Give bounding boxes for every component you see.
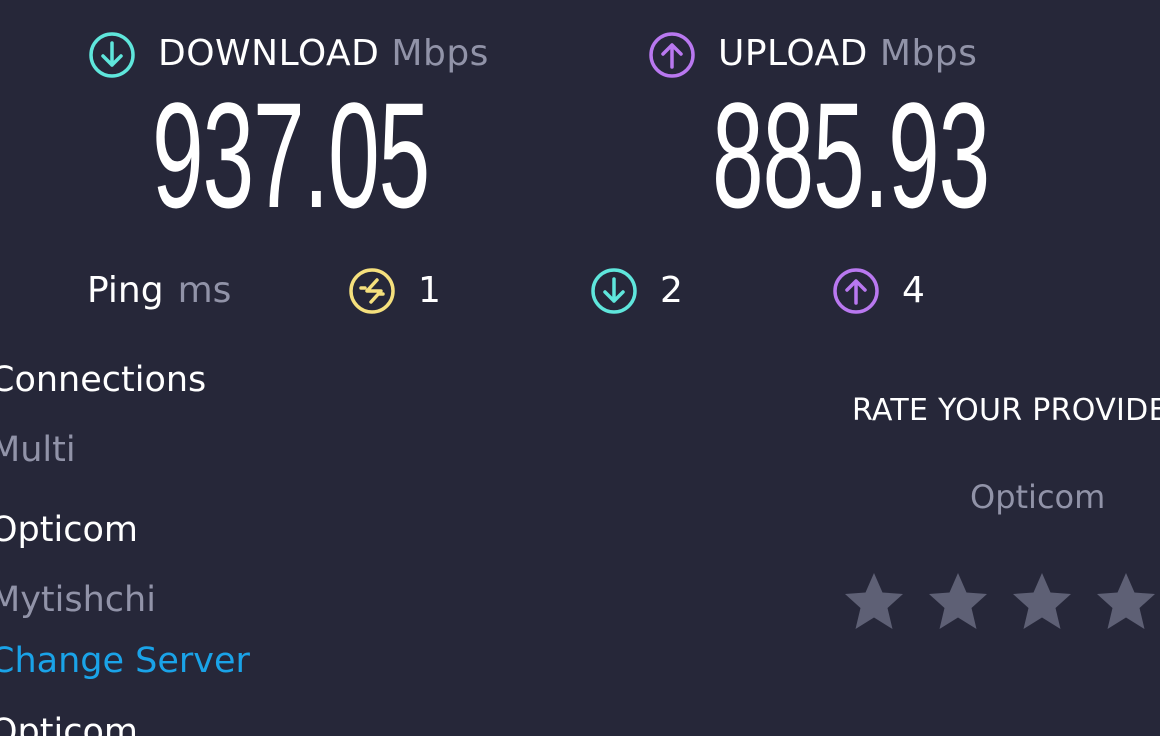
ping-idle-value: 1 — [418, 270, 441, 311]
isp-name: Opticom — [0, 712, 138, 736]
download-value: 937.05 — [152, 71, 430, 239]
download-arrow-icon — [591, 268, 637, 314]
rate-provider-title: RATE YOUR PROVIDER — [852, 393, 1160, 428]
rate-provider-name: Opticom — [970, 478, 1106, 516]
download-title: DOWNLOAD — [158, 33, 380, 74]
upload-title: UPLOAD — [718, 33, 868, 74]
upload-label: UPLOAD Mbps — [718, 33, 977, 74]
change-server-link[interactable]: Change Server — [0, 641, 250, 681]
download-arrow-icon — [89, 32, 135, 78]
speedtest-result-page: DOWNLOAD Mbps 937.05 UPLOAD Mbps 885.93 Pi… — [0, 0, 1160, 736]
download-unit: Mbps — [391, 33, 489, 74]
server-name: Opticom — [0, 510, 138, 550]
ping-title: Ping — [87, 270, 164, 311]
ping-exchange-icon — [349, 268, 395, 314]
star-icon[interactable] — [1010, 570, 1074, 634]
download-label: DOWNLOAD Mbps — [158, 33, 489, 74]
upload-arrow-icon — [649, 32, 695, 78]
upload-value: 885.93 — [712, 71, 990, 239]
ping-unit: ms — [177, 270, 232, 311]
ping-upload-value: 4 — [902, 270, 925, 311]
star-icon[interactable] — [842, 570, 906, 634]
star-icon[interactable] — [926, 570, 990, 634]
connections-label: Connections — [0, 360, 207, 400]
star-icon[interactable] — [1094, 570, 1158, 634]
ping-download-value: 2 — [660, 270, 683, 311]
server-location: Mytishchi — [0, 580, 156, 620]
upload-unit: Mbps — [879, 33, 978, 74]
ping-label: Ping ms — [87, 270, 231, 311]
connections-value: Multi — [0, 430, 76, 470]
upload-arrow-icon — [833, 268, 879, 314]
